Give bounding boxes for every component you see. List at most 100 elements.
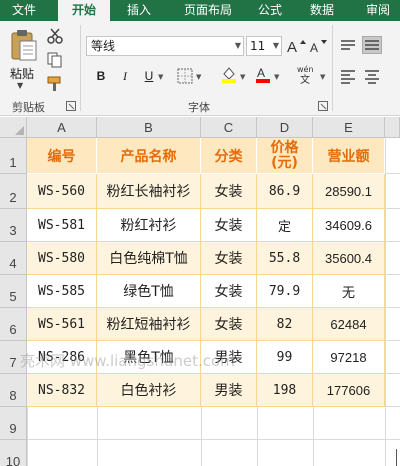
- group-separator: [80, 25, 81, 111]
- data-cell[interactable]: 99: [257, 341, 313, 374]
- data-cell[interactable]: 34609.6: [313, 209, 385, 242]
- decrease-font-size-icon[interactable]: A: [308, 36, 328, 56]
- row-header[interactable]: 7: [0, 341, 27, 374]
- paste-button-label[interactable]: 粘贴: [10, 65, 34, 82]
- data-cell[interactable]: 男装: [201, 341, 257, 374]
- data-cell[interactable]: 女装: [201, 242, 257, 275]
- row-header[interactable]: 3: [0, 209, 27, 242]
- tab-file[interactable]: 文件: [0, 0, 48, 21]
- data-cell[interactable]: 绿色T恤: [97, 275, 201, 308]
- data-cell[interactable]: 女装: [201, 209, 257, 242]
- data-cell[interactable]: 男装: [201, 374, 257, 407]
- column-header[interactable]: E: [313, 117, 385, 138]
- data-cell[interactable]: WS-581: [27, 209, 97, 242]
- data-cell[interactable]: 62484: [313, 308, 385, 341]
- format-painter-icon[interactable]: [46, 75, 64, 93]
- data-cell[interactable]: 79.9: [257, 275, 313, 308]
- align-center-icon[interactable]: [362, 67, 382, 85]
- data-cell[interactable]: WS-561: [27, 308, 97, 341]
- header-cell[interactable]: 编号: [27, 138, 97, 174]
- row-header[interactable]: 8: [0, 374, 27, 407]
- italic-button[interactable]: I: [116, 67, 134, 85]
- data-cell[interactable]: 女装: [201, 275, 257, 308]
- tab-page-layout[interactable]: 页面布局: [172, 0, 244, 21]
- data-cell[interactable]: 35600.4: [313, 242, 385, 275]
- column-header[interactable]: D: [257, 117, 313, 138]
- font-color-icon[interactable]: A: [254, 65, 272, 83]
- select-all-corner[interactable]: [0, 117, 27, 138]
- row-header[interactable]: 10: [0, 440, 27, 466]
- chevron-down-icon[interactable]: ▼: [240, 73, 245, 81]
- column-header[interactable]: A: [27, 117, 97, 138]
- column-header[interactable]: B: [97, 117, 201, 138]
- font-size-dropdown[interactable]: 11 ▼: [246, 36, 282, 56]
- data-cell[interactable]: 黑色T恤: [97, 341, 201, 374]
- data-cell[interactable]: NS-286: [27, 341, 97, 374]
- data-cell[interactable]: 55.8: [257, 242, 313, 275]
- header-cell[interactable]: 分类: [201, 138, 257, 174]
- data-cell[interactable]: 82: [257, 308, 313, 341]
- middle-align-button[interactable]: [362, 36, 382, 54]
- paste-icon[interactable]: [10, 29, 38, 61]
- cut-icon[interactable]: [46, 27, 64, 45]
- tab-review[interactable]: 审阅: [356, 0, 400, 21]
- data-cell[interactable]: WS-580: [27, 242, 97, 275]
- data-cell[interactable]: 28590.1: [313, 174, 385, 209]
- fill-color-icon[interactable]: [220, 65, 238, 83]
- data-cell[interactable]: 女装: [201, 174, 257, 209]
- dialog-launcher-icon[interactable]: [66, 101, 76, 111]
- chevron-down-icon[interactable]: ▼: [196, 73, 201, 81]
- data-cell[interactable]: 198: [257, 374, 313, 407]
- bold-button[interactable]: B: [92, 67, 110, 85]
- column-header[interactable]: C: [201, 117, 257, 138]
- header-cell[interactable]: 价格 (元): [257, 138, 313, 174]
- ribbon-tab-bar: 文件 开始 插入 页面布局 公式 数据 审阅: [0, 0, 400, 22]
- chevron-down-icon[interactable]: ▼: [274, 73, 279, 81]
- svg-text:A: A: [257, 66, 265, 80]
- row-header[interactable]: 1: [0, 138, 27, 174]
- chevron-down-icon[interactable]: ▼: [320, 73, 325, 81]
- header-cell[interactable]: 营业额: [313, 138, 385, 174]
- data-cell[interactable]: 97218: [313, 341, 385, 374]
- data-cell[interactable]: 白色纯棉T恤: [97, 242, 201, 275]
- copy-icon[interactable]: [46, 51, 64, 69]
- worksheet-grid[interactable]: ABCDE 1 2 3 4 5 6 7 8 9 10 编号 产品名称 分类 价格 (元) 营业额 WS-56…: [0, 117, 400, 466]
- font-name-dropdown[interactable]: 等线 ▼: [86, 36, 244, 56]
- column-header[interactable]: [385, 117, 400, 138]
- data-cell[interactable]: WS-560: [27, 174, 97, 209]
- data-cell[interactable]: NS-832: [27, 374, 97, 407]
- underline-button[interactable]: U: [140, 67, 158, 85]
- borders-icon[interactable]: [176, 67, 194, 85]
- svg-text:A: A: [310, 41, 318, 55]
- header-cell[interactable]: 产品名称: [97, 138, 201, 174]
- data-cell[interactable]: 粉红衬衫: [97, 209, 201, 242]
- phonetic-guide-icon[interactable]: wén 文: [296, 63, 318, 85]
- tab-home[interactable]: 开始: [58, 0, 110, 22]
- middle-align-icon: [365, 40, 379, 50]
- align-left-icon[interactable]: [338, 67, 358, 85]
- row-header[interactable]: 6: [0, 308, 27, 341]
- font-size-value: 11: [250, 39, 266, 53]
- chevron-down-icon[interactable]: ▼: [158, 73, 163, 81]
- data-cell[interactable]: WS-585: [27, 275, 97, 308]
- row-header[interactable]: 9: [0, 407, 27, 440]
- data-cell[interactable]: 粉红长袖衬衫: [97, 174, 201, 209]
- increase-font-size-icon[interactable]: A: [286, 36, 306, 56]
- tab-formulas[interactable]: 公式: [250, 0, 290, 21]
- top-align-icon[interactable]: [338, 37, 358, 55]
- svg-text:A: A: [287, 39, 297, 56]
- tab-insert[interactable]: 插入: [114, 0, 164, 21]
- row-header[interactable]: 5: [0, 275, 27, 308]
- row-header[interactable]: 2: [0, 174, 27, 209]
- paste-dropdown-icon[interactable]: ▼: [17, 81, 23, 90]
- data-cell[interactable]: 女装: [201, 308, 257, 341]
- dialog-launcher-icon[interactable]: [318, 101, 328, 111]
- data-cell[interactable]: 86.9: [257, 174, 313, 209]
- data-cell[interactable]: 177606: [313, 374, 385, 407]
- row-header[interactable]: 4: [0, 242, 27, 275]
- data-cell[interactable]: 白色衬衫: [97, 374, 201, 407]
- tab-data[interactable]: 数据: [300, 0, 344, 21]
- data-cell[interactable]: 粉红短袖衬衫: [97, 308, 201, 341]
- data-cell[interactable]: 定: [257, 209, 313, 242]
- data-cell[interactable]: 无: [313, 275, 385, 308]
